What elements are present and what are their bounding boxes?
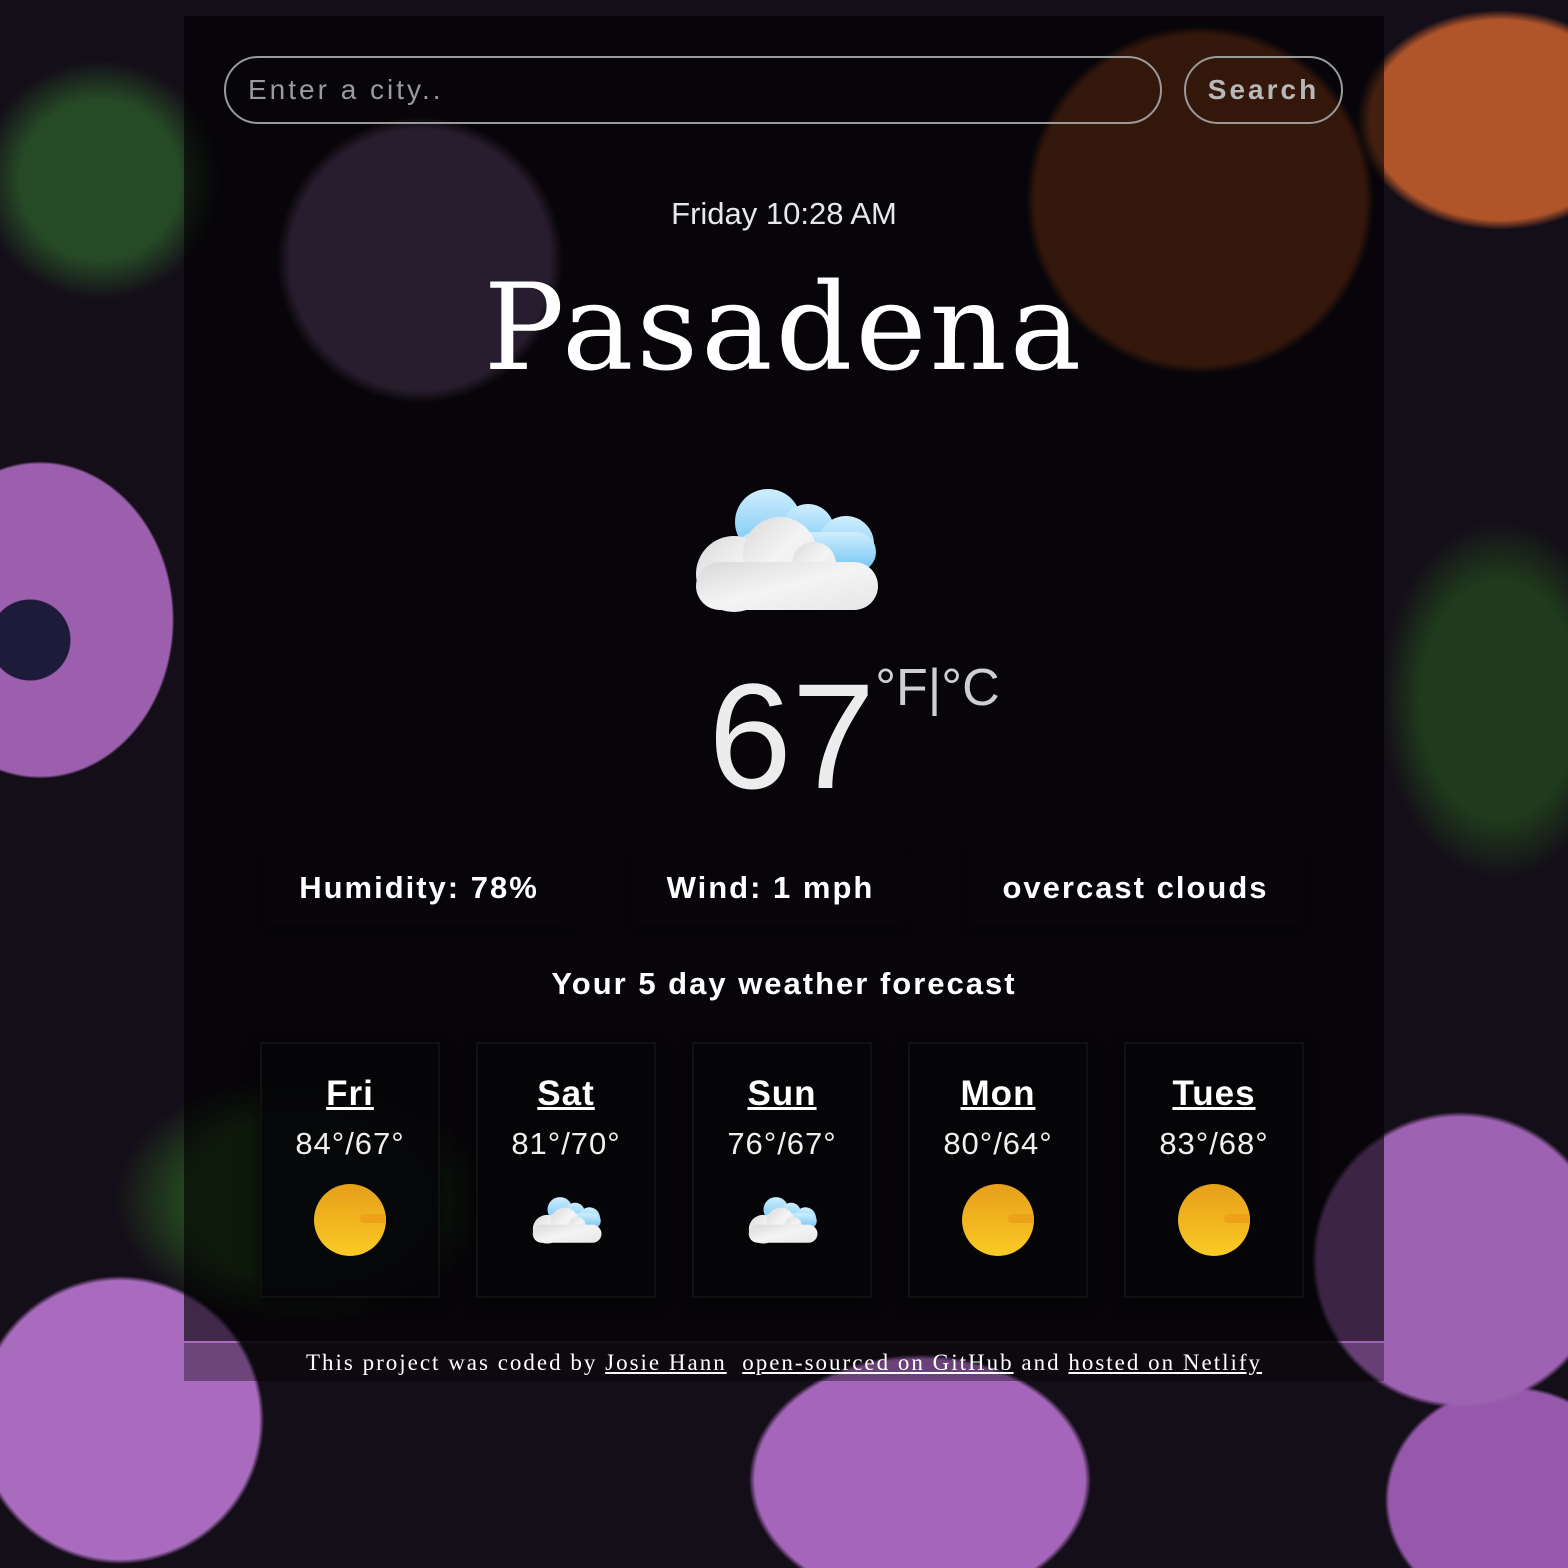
forecast-day-card: Sun 76°/67° [692, 1042, 872, 1298]
city-name: Pasadena [483, 259, 1085, 398]
forecast-day-card: Tues 83°/68° [1124, 1042, 1304, 1298]
forecast-day-name[interactable]: Sun [694, 1074, 870, 1114]
forecast-day-card: Mon 80°/64° [908, 1042, 1088, 1298]
sun-icon [1178, 1184, 1250, 1256]
cloud-icon [696, 489, 878, 612]
forecast-title-text: Your 5 day weather forecast [551, 966, 1017, 1001]
unit-toggle: °F|°C [875, 658, 999, 718]
city-search-input[interactable] [224, 56, 1162, 124]
author-link[interactable]: Josie Hann [605, 1350, 727, 1375]
weather-card: Search Friday 10:28 AM Pasadena 67°F|°C … [184, 16, 1384, 1341]
forecast-days: Fri 84°/67° Sat 81°/70° Sun 76°/67° Mon … [260, 1042, 1310, 1302]
forecast-day-card: Sat 81°/70° [476, 1042, 656, 1298]
forecast-day-temps: 81°/70° [511, 1126, 621, 1161]
forecast-day-temps: 76°/67° [727, 1126, 837, 1161]
search-button[interactable]: Search [1184, 56, 1343, 124]
search-form: Search [224, 56, 1344, 126]
forecast-day-temps: 84°/67° [295, 1126, 405, 1161]
sun-icon [962, 1184, 1034, 1256]
cloud-icon [748, 1197, 818, 1244]
netlify-link[interactable]: hosted on Netlify [1068, 1350, 1262, 1375]
cloud-icon [532, 1197, 602, 1244]
forecast-day-name[interactable]: Tues [1126, 1074, 1302, 1114]
github-link[interactable]: open-sourced on GitHub [742, 1350, 1013, 1375]
forecast-title: Your 5 day weather forecast [374, 956, 1194, 1012]
description-box: overcast clouds [969, 850, 1302, 926]
forecast-day-name[interactable]: Mon [910, 1074, 1086, 1114]
weather-description: overcast clouds [1002, 870, 1269, 905]
current-temperature: 67 [708, 652, 876, 820]
wind-text: Wind: 1 mph [666, 870, 875, 905]
footer: This project was coded by Josie Hann ope… [0, 1350, 1568, 1376]
fahrenheit-link[interactable]: °F [875, 659, 928, 717]
celsius-link[interactable]: °C [941, 659, 999, 717]
unit-separator: | [927, 659, 942, 717]
footer-middle: and [1013, 1350, 1069, 1375]
forecast-day-name[interactable]: Sat [478, 1074, 654, 1114]
forecast-day-name[interactable]: Fri [262, 1074, 438, 1114]
humidity-box: Humidity: 78% [266, 850, 572, 926]
current-datetime: Friday 10:28 AM [671, 196, 897, 231]
humidity-text: Humidity: 78% [299, 870, 539, 905]
footer-prefix: This project was coded by [305, 1350, 606, 1375]
current-temperature-block: 67°F|°C [184, 656, 1384, 816]
wind-box: Wind: 1 mph [634, 850, 907, 926]
forecast-day-card: Fri 84°/67° [260, 1042, 440, 1298]
sun-icon [314, 1184, 386, 1256]
forecast-day-temps: 80°/64° [943, 1126, 1053, 1161]
forecast-day-temps: 83°/68° [1159, 1126, 1269, 1161]
